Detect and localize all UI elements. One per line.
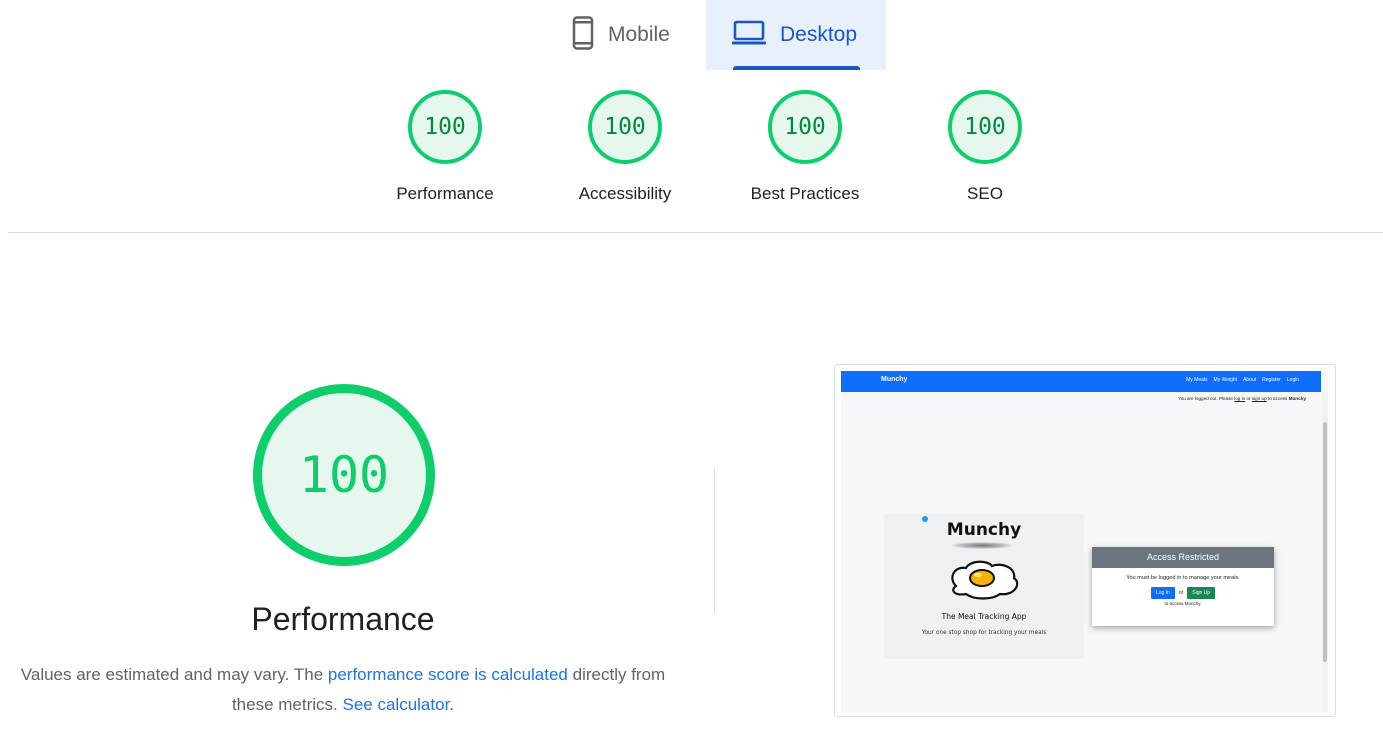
nav-link: Register [1262,377,1281,383]
access-text: to access Munchy. [1164,601,1202,606]
mobile-phone-icon [572,15,594,55]
gauge-label: Performance [396,184,494,203]
hero-subtitle: The Meal Tracking App [941,612,1027,621]
section-divider [8,232,1383,233]
score-circle: 100 [588,90,662,164]
desc-text: . [449,695,455,714]
gauge-label: Accessibility [578,184,672,203]
see-calculator-link[interactable]: See calculator [343,695,450,714]
score-circle: 100 [768,90,842,164]
logout-signup-link: sign up [1251,396,1267,401]
logout-text: to access [1266,396,1289,401]
logout-text: or [1245,396,1252,401]
logout-app-name: Munchy [1288,396,1306,401]
desc-text: Values are estimated and may vary. The [20,665,328,684]
score-circle: 100 [948,90,1022,164]
tab-desktop[interactable]: Desktop [706,0,886,70]
vertical-divider [714,467,715,612]
screenshot-nav-links: My Meals My Weight About Register Login [1186,377,1299,383]
gauge-label: Best Practices [750,184,860,203]
card-title: Access Restricted [1092,547,1274,568]
card-buttons: Log In or Sign Up [1092,587,1274,599]
performance-title: Performance [251,601,435,637]
screenshot-navbar: Munchy My Meals My Weight About Register… [841,371,1321,392]
performance-score-link[interactable]: performance score is calculated [328,665,568,684]
card-message: You must be logged in to manage your mea… [1126,575,1240,581]
score-gauges: 100 Performance 100 Accessibility 100 Be… [355,90,1075,204]
screenshot-logout-notice: You are logged out. Please log in or sig… [1178,396,1306,401]
final-screenshot[interactable]: Munchy My Meals My Weight About Register… [834,364,1336,717]
laptop-icon [732,20,766,51]
title-shadow [952,542,1012,549]
access-restricted-card: Access Restricted You must be logged in … [1092,547,1274,626]
gauge-label: SEO [967,184,1003,203]
logout-login-link: log in [1234,396,1246,401]
performance-score-gauge: 100 [253,384,435,566]
gauge-performance[interactable]: 100 Performance [355,90,535,204]
active-tab-indicator [733,66,860,70]
signup-button: Sign Up [1187,587,1216,599]
tab-mobile[interactable]: Mobile [553,0,706,70]
gauge-seo[interactable]: 100 SEO [895,90,1075,204]
nav-link: My Weight [1213,377,1238,383]
screenshot-hero: Munchy The Meal Tracking App Your one st… [884,514,1084,659]
nav-link: About [1243,377,1257,383]
nav-link: My Meals [1186,377,1208,383]
performance-description: Values are estimated and may vary. The p… [20,660,666,720]
tab-desktop-label: Desktop [780,23,858,46]
hero-tagline: Your one stop shop for tracking your mea… [921,630,1047,636]
hero-title: Munchy [946,520,1022,540]
or-text: or [1178,590,1184,596]
logout-text: You are logged out. Please [1177,396,1235,401]
screenshot-scrollbar [1322,392,1328,712]
score-circle: 100 [408,90,482,164]
login-button: Log In [1150,587,1175,599]
screenshot-page: Munchy My Meals My Weight About Register… [841,371,1328,712]
screenshot-brand: Munchy [881,376,908,383]
card-body: You must be logged in to manage your mea… [1092,568,1274,606]
nav-link: Login [1286,377,1299,383]
scrollbar-thumb [1323,422,1327,662]
fried-egg-icon [944,558,1024,607]
gauge-accessibility[interactable]: 100 Accessibility [535,90,715,204]
gauge-best-practices[interactable]: 100 Best Practices [715,90,895,204]
device-tabs: Mobile Desktop [553,0,886,70]
tab-mobile-label: Mobile [608,23,670,46]
